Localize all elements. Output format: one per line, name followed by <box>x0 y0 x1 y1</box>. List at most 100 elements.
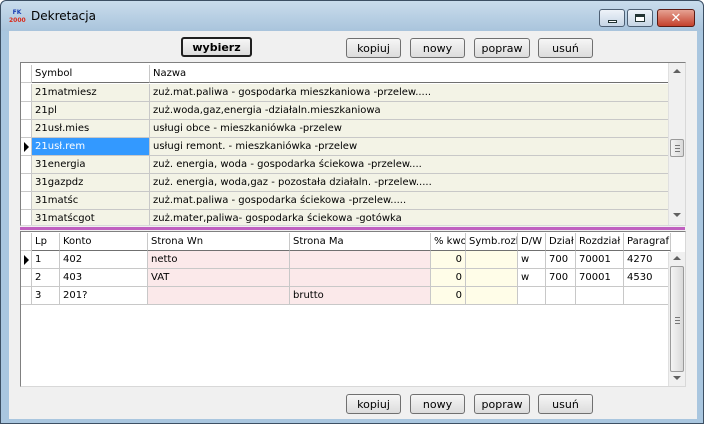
cell-nazwa[interactable]: zuż.mater,paliwa- gospodarka ściekowa -g… <box>150 210 670 225</box>
choose-button[interactable]: wybierz <box>181 37 252 57</box>
cell-rozdzial[interactable] <box>576 287 624 305</box>
column-header-nazwa[interactable]: Nazwa <box>150 65 670 83</box>
column-header-konto[interactable]: Konto <box>60 233 148 251</box>
delete-button-bottom[interactable]: usuń <box>538 394 593 414</box>
table-row[interactable]: 3 201? brutto 0 <box>21 287 671 305</box>
cell-nazwa[interactable]: usługi obce - mieszkaniówka -przelew <box>150 120 670 138</box>
delete-button-top[interactable]: usuń <box>538 38 593 58</box>
row-indicator[interactable] <box>21 287 32 305</box>
cell-dzial[interactable] <box>546 287 576 305</box>
table-row[interactable]: 31energia zuż. energia, woda - gospodarka… <box>21 156 670 174</box>
postings-grid-scrollbar[interactable] <box>668 252 685 386</box>
cell-rozdzial[interactable]: 70001 <box>576 269 624 287</box>
cell-konto[interactable]: 201? <box>60 287 148 305</box>
copy-button-bottom[interactable]: kopiuj <box>346 394 401 414</box>
cell-nazwa[interactable]: zuż.woda,gaz,energia -działaln.mieszkani… <box>150 102 670 120</box>
table-row[interactable]: 1 402 netto 0 w 700 70001 4270 <box>21 251 671 269</box>
new-button-top[interactable]: nowy <box>410 38 465 58</box>
scroll-up-icon[interactable] <box>673 69 681 73</box>
cell-strona-ma[interactable]: brutto <box>290 287 431 305</box>
cell-strona-ma[interactable] <box>290 269 431 287</box>
column-header-percent[interactable]: % kwo <box>431 233 466 251</box>
column-header-dzial[interactable]: Dział <box>546 233 576 251</box>
cell-symbol[interactable]: 21usł.mies <box>32 120 150 138</box>
postings-grid[interactable]: Lp Konto Strona Wn Strona Ma % kwo Symb.… <box>20 231 686 387</box>
cell-symbol[interactable]: 31gazpdz <box>32 174 150 192</box>
table-row[interactable]: 2 403 VAT 0 w 700 70001 4530 <box>21 269 671 287</box>
cell-symbol[interactable]: 31matścgot <box>32 210 150 225</box>
row-indicator[interactable] <box>21 174 32 192</box>
new-button-bottom[interactable]: nowy <box>410 394 465 414</box>
maximize-button[interactable] <box>627 9 653 27</box>
cell-paragraf[interactable] <box>624 287 671 305</box>
cell-symbol[interactable]: 31energia <box>32 156 150 174</box>
cell-konto[interactable]: 403 <box>60 269 148 287</box>
templates-grid-scrollbar[interactable] <box>668 63 685 225</box>
edit-button-top[interactable]: popraw <box>474 38 530 58</box>
scrollbar-thumb[interactable] <box>670 139 684 157</box>
scroll-down-icon[interactable] <box>673 376 681 380</box>
minimize-button[interactable] <box>599 9 625 27</box>
cell-strona-wn[interactable] <box>148 287 290 305</box>
cell-dw[interactable]: w <box>518 251 546 269</box>
column-header-symb-rozb[interactable]: Symb.rozb <box>466 233 518 251</box>
table-row[interactable]: 31matśc zuż.mat.paliwa - gospodarka ściek… <box>21 192 670 210</box>
row-indicator[interactable] <box>21 251 32 269</box>
column-header-strona-ma[interactable]: Strona Ma <box>290 233 431 251</box>
cell-strona-ma[interactable] <box>290 251 431 269</box>
edit-button-bottom[interactable]: popraw <box>474 394 530 414</box>
table-row[interactable]: 21pl zuż.woda,gaz,energia -działaln.miesz… <box>21 102 670 120</box>
table-row[interactable]: 31gazpdz zuż. energia, woda,gaz - pozosta… <box>21 174 670 192</box>
cell-dw[interactable] <box>518 287 546 305</box>
column-header-symbol[interactable]: Symbol <box>32 65 150 83</box>
row-indicator[interactable] <box>21 102 32 120</box>
cell-nazwa[interactable]: zuż. energia, woda - gospodarka ściekowa… <box>150 156 670 174</box>
cell-nazwa[interactable]: zuż.mat.paliwa - gospodarka mieszkaniowa… <box>150 84 670 102</box>
cell-symbol[interactable]: 21usł.rem <box>32 138 150 156</box>
cell-konto[interactable]: 402 <box>60 251 148 269</box>
cell-lp[interactable]: 3 <box>32 287 60 305</box>
table-row[interactable]: 21usł.rem usługi remont. - mieszkaniówka … <box>21 138 670 156</box>
cell-nazwa[interactable]: zuż.mat.paliwa - gospodarka ściekowa -pr… <box>150 192 670 210</box>
cell-strona-wn[interactable]: netto <box>148 251 290 269</box>
cell-lp[interactable]: 2 <box>32 269 60 287</box>
templates-grid[interactable]: Symbol Nazwa 21matmiesz zuż.mat.paliwa - … <box>20 62 686 226</box>
row-indicator[interactable] <box>21 156 32 174</box>
column-header-dw[interactable]: D/W <box>518 233 546 251</box>
row-indicator[interactable] <box>21 120 32 138</box>
column-header-rozdzial[interactable]: Rozdział <box>576 233 624 251</box>
row-indicator[interactable] <box>21 192 32 210</box>
cell-percent[interactable]: 0 <box>431 287 466 305</box>
cell-paragraf[interactable]: 4270 <box>624 251 671 269</box>
scrollbar-thumb[interactable] <box>670 266 684 372</box>
scroll-down-icon[interactable] <box>673 213 681 217</box>
cell-symbol[interactable]: 21pl <box>32 102 150 120</box>
cell-symb-rozb[interactable] <box>466 269 518 287</box>
scroll-up-icon[interactable] <box>673 256 681 260</box>
copy-button-top[interactable]: kopiuj <box>346 38 401 58</box>
cell-symbol[interactable]: 31matśc <box>32 192 150 210</box>
row-indicator[interactable] <box>21 138 32 156</box>
cell-paragraf[interactable]: 4530 <box>624 269 671 287</box>
cell-symb-rozb[interactable] <box>466 287 518 305</box>
row-indicator[interactable] <box>21 210 32 225</box>
cell-rozdzial[interactable]: 70001 <box>576 251 624 269</box>
table-row[interactable]: 21usł.mies usługi obce - mieszkaniówka -p… <box>21 120 670 138</box>
cell-dzial[interactable]: 700 <box>546 269 576 287</box>
cell-percent[interactable]: 0 <box>431 251 466 269</box>
title-bar[interactable]: FK 2000 Dekretacja ✕ <box>1 1 703 31</box>
cell-lp[interactable]: 1 <box>32 251 60 269</box>
row-indicator[interactable] <box>21 269 32 287</box>
cell-nazwa[interactable]: usługi remont. - mieszkaniówka -przelew <box>150 138 670 156</box>
column-header-paragraf[interactable]: Paragraf <box>624 233 671 251</box>
table-row[interactable]: 21matmiesz zuż.mat.paliwa - gospodarka mi… <box>21 84 670 102</box>
cell-percent[interactable]: 0 <box>431 269 466 287</box>
cell-dzial[interactable]: 700 <box>546 251 576 269</box>
cell-dw[interactable]: w <box>518 269 546 287</box>
cell-nazwa[interactable]: zuż. energia, woda,gaz - pozostała dział… <box>150 174 670 192</box>
cell-strona-wn[interactable]: VAT <box>148 269 290 287</box>
cell-symb-rozb[interactable] <box>466 251 518 269</box>
cell-symbol[interactable]: 21matmiesz <box>32 84 150 102</box>
row-indicator[interactable] <box>21 84 32 102</box>
close-button[interactable]: ✕ <box>657 9 695 27</box>
